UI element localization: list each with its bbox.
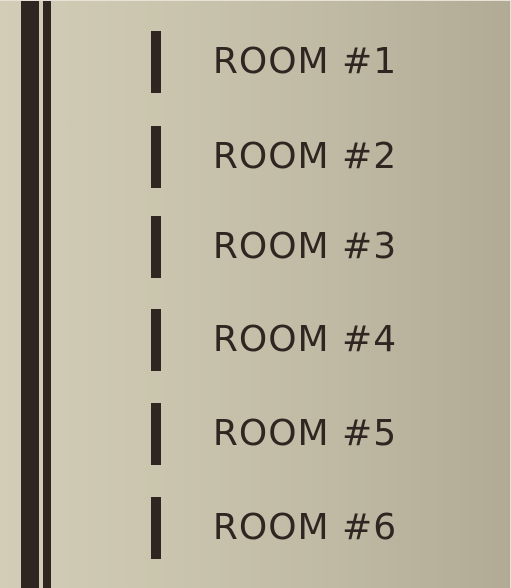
room-label-2: ROOM #2: [212, 136, 398, 177]
room-row-6: ROOM #6: [0, 497, 511, 559]
room-row-5: ROOM #5: [0, 403, 511, 465]
room-marker: [151, 216, 161, 278]
room-marker: [151, 497, 161, 559]
room-marker: [151, 126, 161, 188]
room-label-4: ROOM #4: [212, 319, 398, 360]
room-label-3: ROOM #3: [212, 226, 398, 267]
room-marker: [151, 309, 161, 371]
room-marker: [151, 31, 161, 93]
room-label-1: ROOM #1: [212, 41, 398, 82]
room-label-5: ROOM #5: [212, 413, 398, 454]
room-marker: [151, 403, 161, 465]
room-row-3: ROOM #3: [0, 216, 511, 278]
room-directory-sign: ROOM #1 ROOM #2 ROOM #3 ROOM #4 ROOM #5 …: [0, 0, 511, 588]
room-row-1: ROOM #1: [0, 31, 511, 93]
room-row-2: ROOM #2: [0, 126, 511, 188]
room-label-6: ROOM #6: [212, 507, 398, 548]
room-row-4: ROOM #4: [0, 309, 511, 371]
